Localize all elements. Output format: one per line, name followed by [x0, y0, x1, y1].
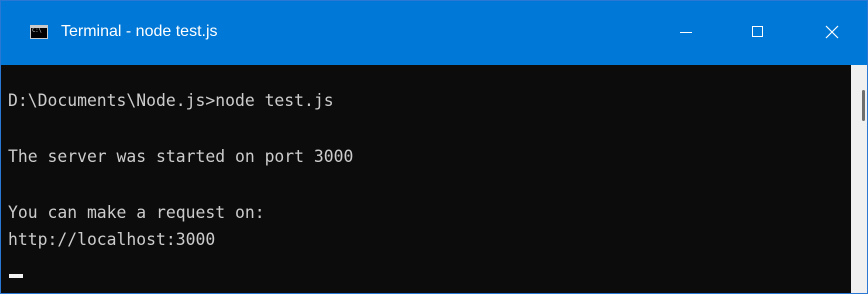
console-line: The server was started on port 3000 [8, 147, 354, 166]
minimize-button[interactable] [651, 1, 721, 65]
close-button[interactable] [797, 1, 867, 65]
console-icon[interactable]: C:\ [30, 25, 48, 39]
console-line: http://localhost:3000 [8, 230, 216, 249]
console-line: D:\Documents\Node.js>node test.js [8, 91, 334, 110]
vertical-scrollbar[interactable] [851, 65, 867, 293]
terminal-window: C:\ Terminal - node test.js D:\Documents… [0, 0, 868, 294]
minimize-icon [680, 32, 692, 33]
text-cursor [9, 274, 23, 278]
scrollbar-thumb[interactable] [862, 90, 865, 121]
console-icon-prompt: C:\ [32, 27, 42, 34]
maximize-button[interactable] [723, 1, 793, 65]
console-line: You can make a request on: [8, 203, 265, 222]
close-icon [825, 25, 839, 39]
window-title: Terminal - node test.js [61, 23, 218, 40]
console-output[interactable]: D:\Documents\Node.js>node test.js The se… [1, 65, 851, 293]
maximize-icon [752, 26, 763, 37]
title-bar[interactable]: C:\ Terminal - node test.js [1, 1, 867, 65]
